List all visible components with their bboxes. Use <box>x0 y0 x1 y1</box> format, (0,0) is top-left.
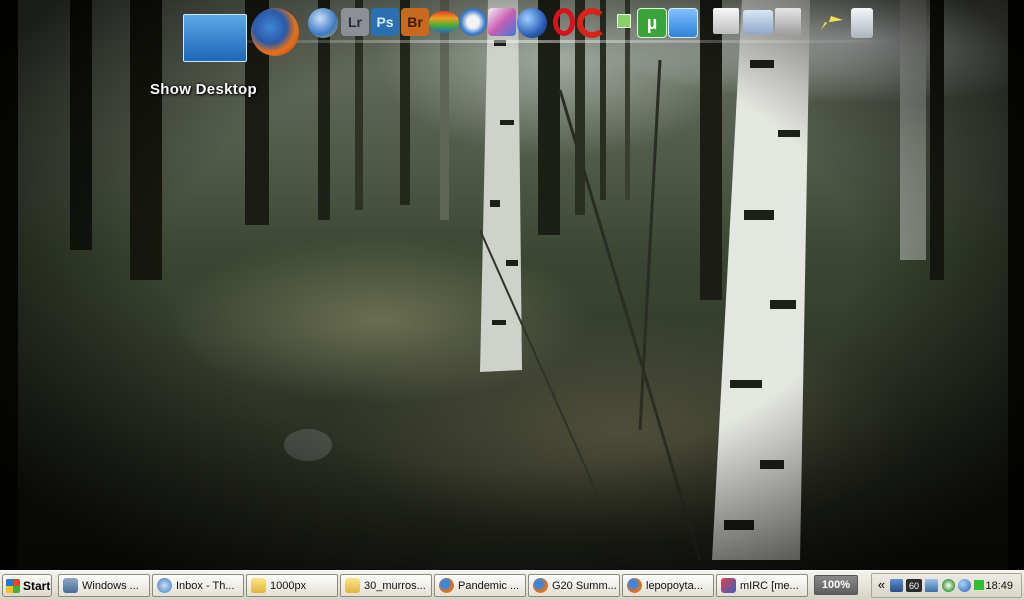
zoom-indicator[interactable]: 100% <box>814 575 858 595</box>
task-label: lepopoyta... <box>646 579 703 592</box>
utorrent-icon[interactable]: µ <box>637 8 667 38</box>
firefox-icon[interactable] <box>251 8 299 56</box>
folder-icon <box>251 578 266 593</box>
task-30-murros[interactable]: 30_murros... <box>340 574 432 597</box>
document-icon[interactable] <box>713 8 739 34</box>
window-icon <box>63 578 78 593</box>
task-label: Pandemic ... <box>458 579 520 592</box>
globe-icon[interactable] <box>958 579 971 592</box>
lightroom-label: Lr <box>348 14 362 30</box>
start-button[interactable]: Start <box>2 574 52 597</box>
rainbow-app-icon[interactable] <box>429 11 459 33</box>
task-g20-summit[interactable]: G20 Summ... <box>528 574 620 597</box>
task-windows[interactable]: Windows ... <box>58 574 150 597</box>
folder-icon[interactable] <box>743 10 773 34</box>
task-inbox[interactable]: Inbox - Th... <box>152 574 244 597</box>
photoshop-label: Ps <box>376 14 394 30</box>
status-square-icon[interactable] <box>974 580 984 590</box>
photoshop-icon[interactable]: Ps <box>371 8 399 36</box>
small-window-icon[interactable] <box>617 14 631 28</box>
tray-expand-button[interactable]: « <box>875 577 888 592</box>
task-label: mIRC [me... <box>740 579 799 592</box>
trash-folder-icon[interactable] <box>775 8 801 36</box>
thunderbird-icon[interactable] <box>308 8 338 38</box>
firefox-icon <box>627 578 642 593</box>
task-1000px[interactable]: 1000px <box>246 574 338 597</box>
system-tray: « 60 18:49 <box>871 573 1022 598</box>
opera-icon[interactable] <box>553 8 575 36</box>
tray-clock[interactable]: 18:49 <box>985 580 1013 592</box>
mirc-icon <box>721 578 736 593</box>
task-label: Windows ... <box>82 579 139 592</box>
dock-bar: Lr Ps Br µ <box>175 2 895 62</box>
pidgin-icon[interactable] <box>488 8 516 36</box>
task-label: G20 Summ... <box>552 579 617 592</box>
bridge-icon[interactable]: Br <box>401 8 429 36</box>
folder-icon <box>345 578 360 593</box>
taskbar: Start Windows ... Inbox - Th... 1000px 3… <box>0 570 1024 600</box>
start-label: Start <box>23 578 51 593</box>
utorrent-label: µ <box>646 12 658 33</box>
task-label: 30_murros... <box>364 579 426 592</box>
show-desktop-label: Show Desktop <box>150 81 257 98</box>
windows-logo-icon <box>6 578 20 593</box>
temperature-indicator[interactable]: 60 <box>906 579 922 592</box>
firefox-icon <box>533 578 548 593</box>
task-mirc[interactable]: mIRC [me... <box>716 574 808 597</box>
airplane-icon[interactable] <box>815 12 845 32</box>
thunderbird-icon <box>157 578 172 593</box>
monitor-icon[interactable] <box>925 579 938 592</box>
task-pandemic[interactable]: Pandemic ... <box>434 574 526 597</box>
airplane-glyph <box>817 16 843 30</box>
safari-icon[interactable] <box>459 8 487 36</box>
firefox-icon <box>439 578 454 593</box>
network-icon[interactable] <box>890 579 903 592</box>
recycle-bin-icon[interactable] <box>851 8 873 38</box>
google-earth-icon[interactable] <box>517 8 547 38</box>
task-label: Inbox - Th... <box>176 579 235 592</box>
blue-square-icon[interactable] <box>668 8 698 38</box>
task-lepopoyta[interactable]: lepopoyta... <box>622 574 714 597</box>
ccleaner-icon[interactable] <box>577 8 607 38</box>
show-desktop-icon[interactable] <box>183 14 247 62</box>
lightroom-icon[interactable]: Lr <box>341 8 369 36</box>
task-label: 1000px <box>270 579 307 592</box>
gauge-icon[interactable] <box>942 579 955 592</box>
bridge-label: Br <box>407 14 423 30</box>
